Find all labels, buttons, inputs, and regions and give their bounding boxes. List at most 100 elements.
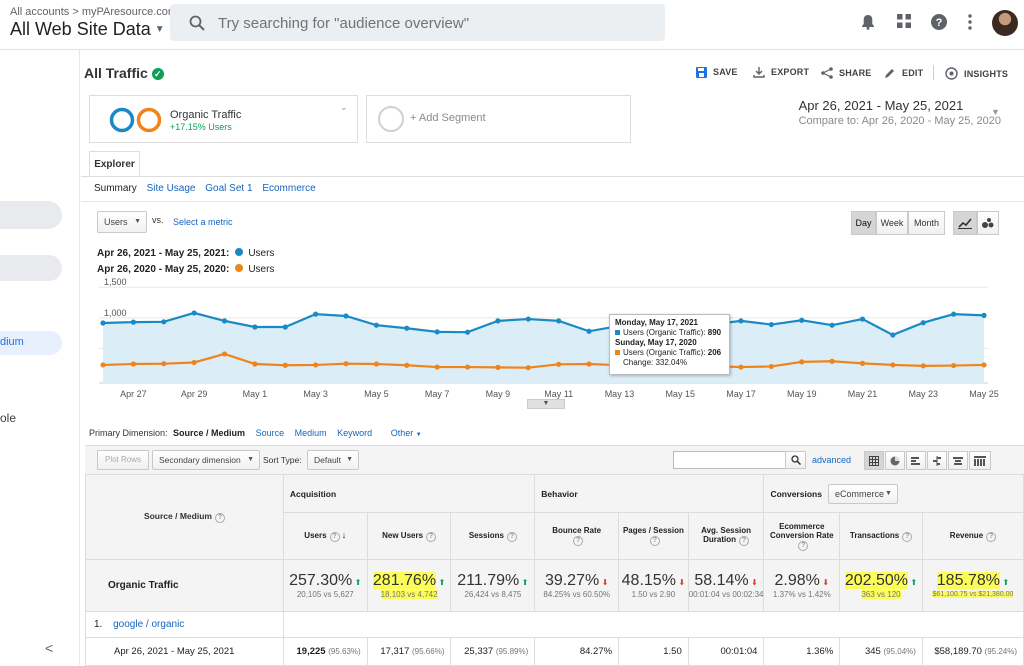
users-line-chart[interactable]: 1,5001,000500Apr 27Apr 29May 1May 3May 5… bbox=[81, 275, 1024, 400]
conversions-select[interactable]: eCommerce ▼ bbox=[827, 483, 898, 504]
dimension-medium[interactable]: Medium bbox=[295, 428, 327, 438]
row-1-revenue-share: (95.24%) bbox=[984, 647, 1017, 656]
select-metric-link[interactable]: Select a metric bbox=[173, 217, 233, 227]
more-vert-icon[interactable] bbox=[967, 14, 973, 30]
column-bounce-rate[interactable]: Bounce Rate? bbox=[534, 512, 620, 560]
subtab-site-usage[interactable]: Site Usage bbox=[147, 183, 196, 194]
summary-users: 257.30% ⬆ 20,105 vs 5,627 bbox=[282, 559, 368, 612]
column-transactions[interactable]: Transactions? bbox=[839, 512, 923, 560]
export-button[interactable]: EXPORT bbox=[753, 67, 809, 78]
sidebar-item-partial-label[interactable]: ole bbox=[0, 411, 16, 425]
term-cloud-button[interactable] bbox=[948, 451, 968, 470]
tab-explorer[interactable]: Explorer bbox=[89, 151, 140, 177]
row-1-transactions-value: 345 bbox=[864, 646, 881, 657]
edit-button[interactable]: EDIT bbox=[884, 67, 923, 79]
legend-current: Apr 26, 2021 - May 25, 2021: Users bbox=[97, 248, 274, 259]
subtab-summary[interactable]: Summary bbox=[94, 183, 137, 194]
metric-select[interactable]: Users ▼ bbox=[97, 211, 147, 233]
help-icon[interactable]: ? bbox=[573, 536, 584, 546]
help-icon[interactable]: ? bbox=[902, 531, 913, 542]
sidebar-item-active[interactable]: dium bbox=[0, 331, 62, 355]
column-sessions[interactable]: Sessions? bbox=[450, 512, 536, 560]
help-icon[interactable]: ? bbox=[214, 513, 225, 523]
help-icon[interactable]: ? bbox=[329, 532, 340, 542]
dimension-source-medium[interactable]: Source / Medium bbox=[173, 428, 245, 438]
summary-bounce-rate: 39.27% ⬇ 84.25% vs 60.50% bbox=[534, 559, 620, 612]
table-search-button[interactable] bbox=[785, 451, 806, 469]
segment-card[interactable]: Organic Traffic +17.15% Users ⌄ bbox=[89, 95, 358, 143]
comparison-view-button[interactable] bbox=[927, 451, 947, 470]
subtab-ecommerce[interactable]: Ecommerce bbox=[262, 183, 315, 194]
advanced-filter-link[interactable]: advanced bbox=[812, 455, 851, 465]
view-name[interactable]: All Web Site Data bbox=[10, 19, 151, 39]
bell-icon[interactable] bbox=[861, 14, 875, 30]
sort-type-select[interactable]: Default ▼ bbox=[307, 450, 359, 470]
sidebar-item-2[interactable] bbox=[0, 255, 62, 281]
date-range-compare: Compare to: Apr 26, 2020 - May 25, 2020 bbox=[799, 115, 1001, 127]
legend-current-range: Apr 26, 2021 - May 25, 2021: bbox=[97, 248, 230, 259]
row-1-source-link[interactable]: google / organic bbox=[113, 619, 184, 630]
date-range-caret-icon[interactable]: ▼ bbox=[991, 107, 1000, 117]
search-bar[interactable] bbox=[170, 4, 665, 41]
breadcrumb[interactable]: All accounts > myPAresource.com bbox=[10, 6, 177, 18]
dimension-keyword[interactable]: Keyword bbox=[337, 428, 372, 438]
save-button[interactable]: SAVE bbox=[696, 67, 738, 78]
breadcrumb-accounts[interactable]: All accounts bbox=[10, 6, 69, 18]
share-button[interactable]: SHARE bbox=[821, 67, 872, 79]
search-input[interactable] bbox=[218, 12, 638, 34]
subtab-goal-set-1[interactable]: Goal Set 1 bbox=[205, 183, 252, 194]
month-button[interactable]: Month bbox=[908, 211, 945, 235]
collapse-sidebar-icon[interactable]: < bbox=[45, 640, 53, 656]
secondary-dimension-select[interactable]: Secondary dimension ▼ bbox=[152, 450, 260, 470]
column-revenue[interactable]: Revenue? bbox=[921, 512, 1024, 560]
view-selector[interactable]: All Web Site Data ▼ bbox=[10, 19, 165, 40]
sidebar-item-1[interactable] bbox=[0, 201, 62, 229]
percentage-view-button[interactable] bbox=[885, 451, 905, 470]
column-new-users[interactable]: New Users? bbox=[366, 512, 452, 560]
row-1-empty bbox=[282, 611, 1024, 638]
column-users[interactable]: Users? ↓ bbox=[282, 512, 368, 560]
dimension-source[interactable]: Source bbox=[256, 428, 285, 438]
help-icon[interactable]: ? bbox=[649, 536, 660, 546]
tooltip-value-previous: 206 bbox=[707, 348, 722, 357]
data-point bbox=[100, 320, 106, 326]
column-pages-session[interactable]: Pages / Session? bbox=[618, 512, 689, 560]
help-icon[interactable]: ? bbox=[986, 531, 997, 542]
primary-dimension-label: Primary Dimension: bbox=[89, 428, 168, 438]
summary-users-sub: 20,105 vs 5,627 bbox=[296, 590, 354, 599]
avatar[interactable] bbox=[992, 10, 1018, 36]
data-point bbox=[252, 324, 258, 330]
day-button[interactable]: Day bbox=[851, 211, 876, 235]
help-icon[interactable]: ? bbox=[506, 531, 517, 542]
apps-grid-icon[interactable] bbox=[897, 14, 911, 28]
row-1-sessions-value: 25,337 bbox=[464, 646, 494, 657]
legend-previous-metric: Users bbox=[248, 264, 275, 275]
help-icon[interactable]: ? bbox=[930, 13, 948, 31]
help-icon[interactable]: ? bbox=[798, 540, 809, 551]
summary-ecommerce-conversion-rate: 2.98% ⬇ 1.37% vs 1.42% bbox=[763, 559, 841, 612]
bar-chart-icon bbox=[911, 457, 920, 465]
data-view-button[interactable] bbox=[864, 451, 884, 470]
row-1-sessions-share: (95.89%) bbox=[495, 647, 529, 656]
help-icon[interactable]: ? bbox=[426, 531, 437, 542]
add-segment-card[interactable]: + Add Segment bbox=[366, 95, 631, 143]
line-chart-button[interactable] bbox=[953, 211, 977, 235]
performance-view-button[interactable] bbox=[906, 451, 926, 470]
week-button[interactable]: Week bbox=[876, 211, 908, 235]
column-ecommerce-conversion-rate[interactable]: Ecommerce Conversion Rate? bbox=[763, 512, 841, 560]
chart-resize-handle[interactable]: ▼ bbox=[527, 399, 565, 409]
divider bbox=[81, 201, 1024, 202]
table-search-input[interactable] bbox=[673, 451, 786, 469]
data-point bbox=[343, 313, 349, 319]
segment-chevron-icon[interactable]: ⌄ bbox=[340, 102, 348, 113]
pivot-view-button[interactable] bbox=[969, 451, 991, 470]
motion-chart-button[interactable] bbox=[977, 211, 999, 235]
insights-button[interactable]: INSIGHTS bbox=[945, 67, 1008, 80]
breadcrumb-property[interactable]: myPAresource.com bbox=[82, 6, 177, 18]
help-icon[interactable]: ? bbox=[739, 536, 750, 546]
sidebar-item-active-label: dium bbox=[0, 336, 24, 348]
plot-rows-button[interactable]: Plot Rows bbox=[97, 450, 149, 470]
date-range-picker[interactable]: Apr 26, 2021 - May 25, 2021 Compare to: … bbox=[799, 98, 1001, 127]
column-avg-session-duration[interactable]: Avg. Session Duration? bbox=[687, 512, 765, 560]
dimension-other[interactable]: Other ▼ bbox=[383, 428, 422, 438]
